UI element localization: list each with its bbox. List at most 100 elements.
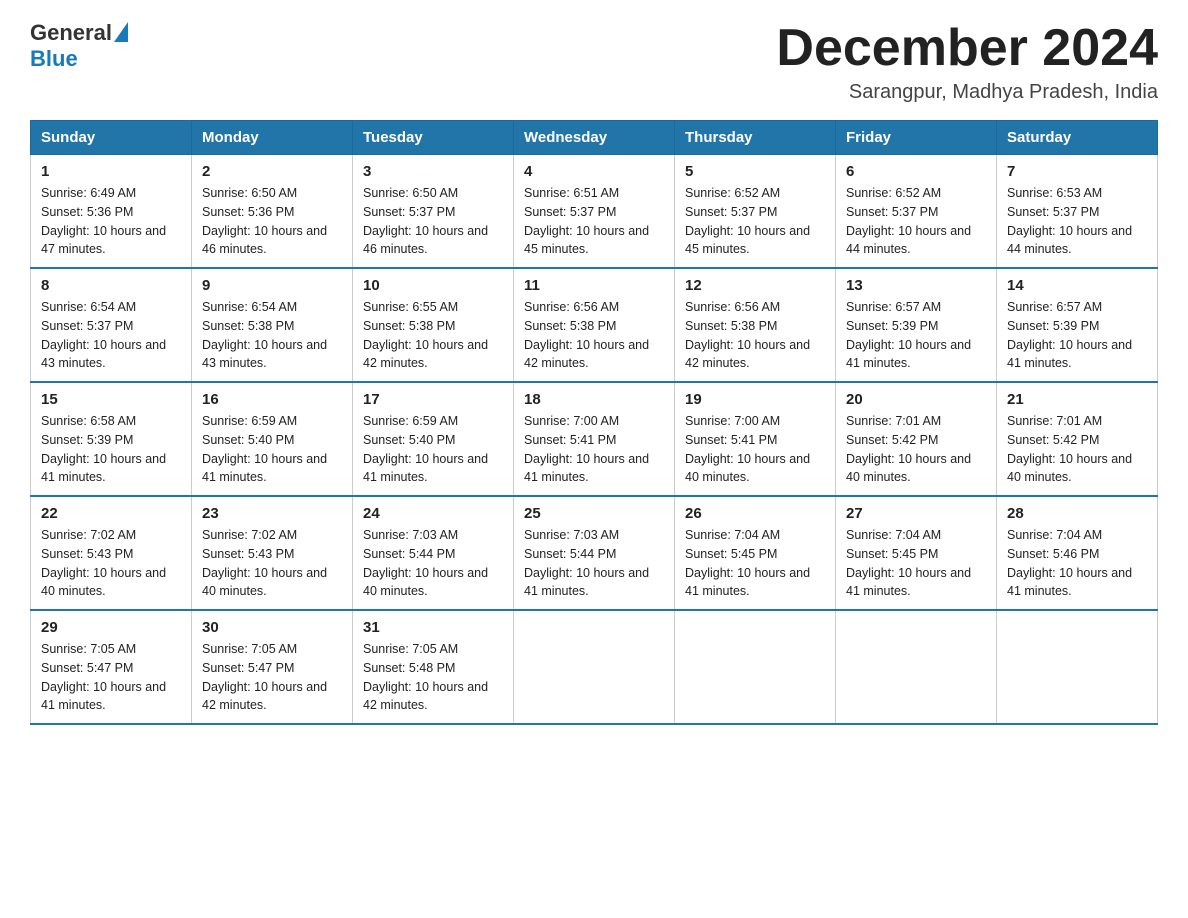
calendar-day-cell: 31 Sunrise: 7:05 AM Sunset: 5:48 PM Dayl… bbox=[353, 610, 514, 724]
day-info: Sunrise: 6:50 AM Sunset: 5:36 PM Dayligh… bbox=[202, 184, 342, 259]
calendar-day-cell: 19 Sunrise: 7:00 AM Sunset: 5:41 PM Dayl… bbox=[675, 382, 836, 496]
day-number: 11 bbox=[524, 277, 664, 294]
day-info: Sunrise: 7:04 AM Sunset: 5:45 PM Dayligh… bbox=[846, 526, 986, 601]
day-info: Sunrise: 6:58 AM Sunset: 5:39 PM Dayligh… bbox=[41, 412, 181, 487]
weekday-header-friday: Friday bbox=[836, 121, 997, 155]
weekday-header-wednesday: Wednesday bbox=[514, 121, 675, 155]
logo-triangle-icon bbox=[114, 22, 128, 42]
day-number: 14 bbox=[1007, 277, 1147, 294]
logo-text-blue: Blue bbox=[30, 46, 128, 72]
calendar-day-cell: 26 Sunrise: 7:04 AM Sunset: 5:45 PM Dayl… bbox=[675, 496, 836, 610]
day-info: Sunrise: 7:02 AM Sunset: 5:43 PM Dayligh… bbox=[41, 526, 181, 601]
calendar-week-row: 15 Sunrise: 6:58 AM Sunset: 5:39 PM Dayl… bbox=[31, 382, 1158, 496]
calendar-day-cell: 11 Sunrise: 6:56 AM Sunset: 5:38 PM Dayl… bbox=[514, 268, 675, 382]
day-number: 10 bbox=[363, 277, 503, 294]
day-number: 21 bbox=[1007, 391, 1147, 408]
logo-text-general: General bbox=[30, 20, 112, 46]
day-info: Sunrise: 6:54 AM Sunset: 5:37 PM Dayligh… bbox=[41, 298, 181, 373]
day-number: 17 bbox=[363, 391, 503, 408]
day-number: 23 bbox=[202, 505, 342, 522]
calendar-day-cell: 27 Sunrise: 7:04 AM Sunset: 5:45 PM Dayl… bbox=[836, 496, 997, 610]
day-number: 24 bbox=[363, 505, 503, 522]
day-number: 5 bbox=[685, 163, 825, 180]
calendar-day-cell: 23 Sunrise: 7:02 AM Sunset: 5:43 PM Dayl… bbox=[192, 496, 353, 610]
month-title: December 2024 bbox=[776, 20, 1158, 77]
calendar-day-cell: 16 Sunrise: 6:59 AM Sunset: 5:40 PM Dayl… bbox=[192, 382, 353, 496]
calendar-day-cell: 18 Sunrise: 7:00 AM Sunset: 5:41 PM Dayl… bbox=[514, 382, 675, 496]
calendar-week-row: 22 Sunrise: 7:02 AM Sunset: 5:43 PM Dayl… bbox=[31, 496, 1158, 610]
calendar-day-cell: 12 Sunrise: 6:56 AM Sunset: 5:38 PM Dayl… bbox=[675, 268, 836, 382]
day-info: Sunrise: 6:51 AM Sunset: 5:37 PM Dayligh… bbox=[524, 184, 664, 259]
calendar-table: SundayMondayTuesdayWednesdayThursdayFrid… bbox=[30, 120, 1158, 725]
title-area: December 2024 Sarangpur, Madhya Pradesh,… bbox=[776, 20, 1158, 104]
day-info: Sunrise: 6:52 AM Sunset: 5:37 PM Dayligh… bbox=[846, 184, 986, 259]
day-info: Sunrise: 6:56 AM Sunset: 5:38 PM Dayligh… bbox=[524, 298, 664, 373]
calendar-day-cell: 10 Sunrise: 6:55 AM Sunset: 5:38 PM Dayl… bbox=[353, 268, 514, 382]
day-number: 27 bbox=[846, 505, 986, 522]
day-info: Sunrise: 6:59 AM Sunset: 5:40 PM Dayligh… bbox=[363, 412, 503, 487]
calendar-day-cell: 28 Sunrise: 7:04 AM Sunset: 5:46 PM Dayl… bbox=[997, 496, 1158, 610]
calendar-day-cell bbox=[836, 610, 997, 724]
day-info: Sunrise: 6:53 AM Sunset: 5:37 PM Dayligh… bbox=[1007, 184, 1147, 259]
day-info: Sunrise: 6:49 AM Sunset: 5:36 PM Dayligh… bbox=[41, 184, 181, 259]
calendar-day-cell: 9 Sunrise: 6:54 AM Sunset: 5:38 PM Dayli… bbox=[192, 268, 353, 382]
day-number: 31 bbox=[363, 619, 503, 636]
day-number: 30 bbox=[202, 619, 342, 636]
day-info: Sunrise: 7:01 AM Sunset: 5:42 PM Dayligh… bbox=[1007, 412, 1147, 487]
day-number: 6 bbox=[846, 163, 986, 180]
day-number: 12 bbox=[685, 277, 825, 294]
calendar-day-cell bbox=[514, 610, 675, 724]
day-info: Sunrise: 7:05 AM Sunset: 5:48 PM Dayligh… bbox=[363, 640, 503, 715]
calendar-day-cell: 15 Sunrise: 6:58 AM Sunset: 5:39 PM Dayl… bbox=[31, 382, 192, 496]
day-number: 18 bbox=[524, 391, 664, 408]
calendar-body: 1 Sunrise: 6:49 AM Sunset: 5:36 PM Dayli… bbox=[31, 155, 1158, 725]
day-number: 16 bbox=[202, 391, 342, 408]
weekday-header-monday: Monday bbox=[192, 121, 353, 155]
calendar-day-cell: 1 Sunrise: 6:49 AM Sunset: 5:36 PM Dayli… bbox=[31, 155, 192, 269]
calendar-day-cell: 5 Sunrise: 6:52 AM Sunset: 5:37 PM Dayli… bbox=[675, 155, 836, 269]
calendar-day-cell: 30 Sunrise: 7:05 AM Sunset: 5:47 PM Dayl… bbox=[192, 610, 353, 724]
calendar-week-row: 29 Sunrise: 7:05 AM Sunset: 5:47 PM Dayl… bbox=[31, 610, 1158, 724]
logo: General Blue bbox=[30, 20, 128, 72]
day-info: Sunrise: 7:02 AM Sunset: 5:43 PM Dayligh… bbox=[202, 526, 342, 601]
weekday-header-sunday: Sunday bbox=[31, 121, 192, 155]
day-number: 9 bbox=[202, 277, 342, 294]
day-number: 7 bbox=[1007, 163, 1147, 180]
day-number: 19 bbox=[685, 391, 825, 408]
calendar-day-cell: 3 Sunrise: 6:50 AM Sunset: 5:37 PM Dayli… bbox=[353, 155, 514, 269]
calendar-day-cell: 14 Sunrise: 6:57 AM Sunset: 5:39 PM Dayl… bbox=[997, 268, 1158, 382]
weekday-header-thursday: Thursday bbox=[675, 121, 836, 155]
day-info: Sunrise: 7:00 AM Sunset: 5:41 PM Dayligh… bbox=[524, 412, 664, 487]
day-info: Sunrise: 6:57 AM Sunset: 5:39 PM Dayligh… bbox=[846, 298, 986, 373]
day-info: Sunrise: 6:55 AM Sunset: 5:38 PM Dayligh… bbox=[363, 298, 503, 373]
day-number: 29 bbox=[41, 619, 181, 636]
calendar-week-row: 8 Sunrise: 6:54 AM Sunset: 5:37 PM Dayli… bbox=[31, 268, 1158, 382]
day-number: 4 bbox=[524, 163, 664, 180]
day-info: Sunrise: 7:00 AM Sunset: 5:41 PM Dayligh… bbox=[685, 412, 825, 487]
day-info: Sunrise: 6:56 AM Sunset: 5:38 PM Dayligh… bbox=[685, 298, 825, 373]
day-number: 20 bbox=[846, 391, 986, 408]
calendar-day-cell: 7 Sunrise: 6:53 AM Sunset: 5:37 PM Dayli… bbox=[997, 155, 1158, 269]
day-number: 25 bbox=[524, 505, 664, 522]
calendar-day-cell: 2 Sunrise: 6:50 AM Sunset: 5:36 PM Dayli… bbox=[192, 155, 353, 269]
day-info: Sunrise: 7:04 AM Sunset: 5:46 PM Dayligh… bbox=[1007, 526, 1147, 601]
day-number: 1 bbox=[41, 163, 181, 180]
day-info: Sunrise: 7:03 AM Sunset: 5:44 PM Dayligh… bbox=[524, 526, 664, 601]
day-number: 2 bbox=[202, 163, 342, 180]
day-info: Sunrise: 6:59 AM Sunset: 5:40 PM Dayligh… bbox=[202, 412, 342, 487]
day-info: Sunrise: 7:03 AM Sunset: 5:44 PM Dayligh… bbox=[363, 526, 503, 601]
day-number: 22 bbox=[41, 505, 181, 522]
calendar-day-cell: 4 Sunrise: 6:51 AM Sunset: 5:37 PM Dayli… bbox=[514, 155, 675, 269]
day-number: 13 bbox=[846, 277, 986, 294]
day-number: 8 bbox=[41, 277, 181, 294]
calendar-day-cell bbox=[997, 610, 1158, 724]
day-number: 15 bbox=[41, 391, 181, 408]
day-number: 3 bbox=[363, 163, 503, 180]
page-header: General Blue December 2024 Sarangpur, Ma… bbox=[30, 20, 1158, 104]
day-info: Sunrise: 6:54 AM Sunset: 5:38 PM Dayligh… bbox=[202, 298, 342, 373]
day-info: Sunrise: 6:50 AM Sunset: 5:37 PM Dayligh… bbox=[363, 184, 503, 259]
calendar-day-cell: 21 Sunrise: 7:01 AM Sunset: 5:42 PM Dayl… bbox=[997, 382, 1158, 496]
weekday-header-tuesday: Tuesday bbox=[353, 121, 514, 155]
day-info: Sunrise: 6:52 AM Sunset: 5:37 PM Dayligh… bbox=[685, 184, 825, 259]
day-info: Sunrise: 7:05 AM Sunset: 5:47 PM Dayligh… bbox=[41, 640, 181, 715]
